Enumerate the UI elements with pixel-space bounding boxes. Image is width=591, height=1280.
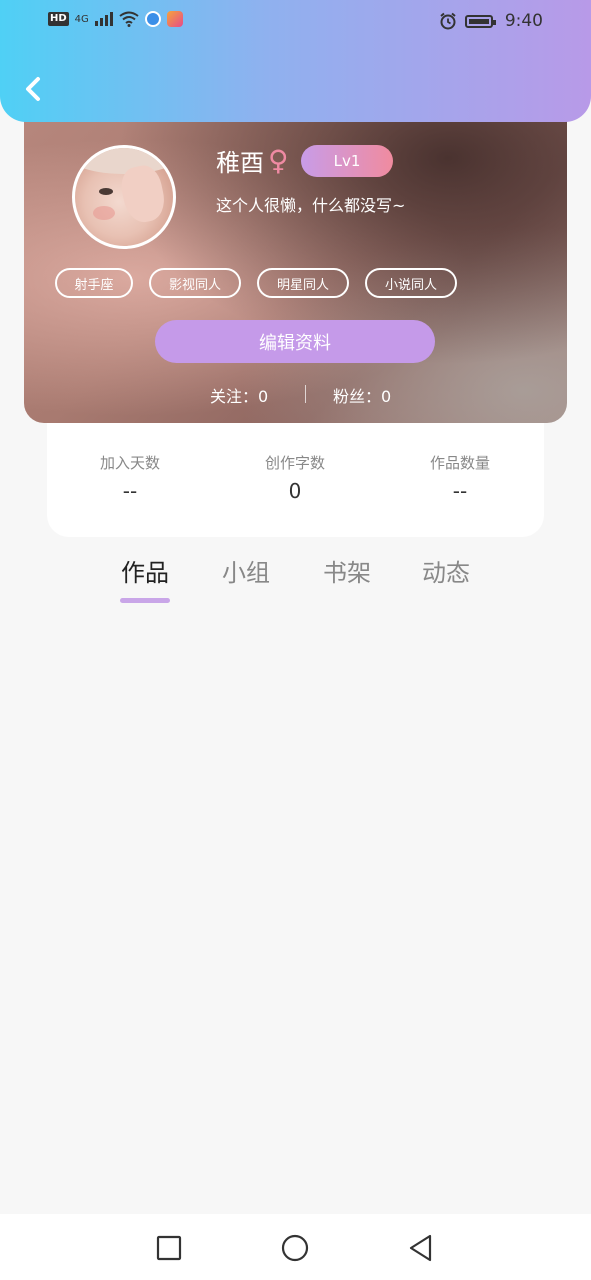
- back-button[interactable]: [18, 72, 48, 106]
- stat-value: --: [452, 479, 468, 503]
- stat-label: 加入天数: [99, 454, 160, 472]
- wifi-icon: [119, 11, 139, 27]
- signal-icon: [94, 12, 113, 26]
- clock-time: 9:40: [504, 11, 543, 31]
- user-name: 稚酉: [216, 149, 264, 177]
- divider: [305, 385, 306, 403]
- store-app-icon: [166, 11, 183, 27]
- fans-count[interactable]: 粉丝：0: [333, 383, 391, 407]
- tag-item[interactable]: 明星同人: [257, 268, 349, 298]
- tag-item[interactable]: 影视同人: [149, 268, 241, 298]
- stat-value: 0: [288, 479, 302, 503]
- back-nav-button[interactable]: [404, 1231, 438, 1265]
- status-right: 9:40: [439, 11, 543, 31]
- battery-icon: [464, 14, 496, 28]
- chevron-left-icon: [26, 77, 40, 101]
- system-nav-bar: [0, 1214, 591, 1280]
- browser-app-icon: [144, 11, 161, 27]
- stat-works-count: 作品数量 --: [380, 452, 540, 503]
- stat-word-count: 创作字数 0: [215, 452, 375, 503]
- follow-stats: 关注：0 粉丝：0: [24, 383, 567, 407]
- avatar[interactable]: [72, 145, 176, 249]
- stat-label: 作品数量: [429, 454, 490, 472]
- tab-bookshelf[interactable]: 书架: [323, 553, 371, 588]
- tag-item[interactable]: 小说同人: [365, 268, 457, 298]
- alarm-icon: [440, 12, 456, 30]
- tab-groups[interactable]: 小组: [222, 553, 270, 588]
- content-tabs: 作品 小组 书架 动态: [0, 553, 591, 608]
- stat-value: --: [122, 479, 138, 503]
- tag-list: 射手座 影视同人 明星同人 小说同人: [55, 268, 457, 298]
- tag-item[interactable]: 射手座: [55, 268, 133, 298]
- user-name-row: 稚酉 ♀: [216, 143, 289, 178]
- square-icon: [156, 1235, 182, 1261]
- hd-icon: HD: [48, 12, 69, 26]
- tab-works[interactable]: 作品: [121, 553, 169, 588]
- user-bio: 这个人很懒，什么都没写~: [216, 196, 406, 215]
- active-tab-indicator: [120, 598, 170, 603]
- triangle-back-icon: [409, 1234, 432, 1262]
- profile-card: 稚酉 ♀ Lv1 这个人很懒，什么都没写~ 射手座 影视同人 明星同人 小说同人…: [24, 100, 567, 423]
- home-button[interactable]: [278, 1231, 312, 1265]
- recents-button[interactable]: [152, 1231, 186, 1265]
- header: HD 4G 9:40: [0, 0, 591, 122]
- tab-activity[interactable]: 动态: [422, 553, 470, 588]
- network-type: 4G: [74, 13, 89, 25]
- status-left: HD 4G: [48, 11, 183, 27]
- following-count[interactable]: 关注：0: [210, 383, 268, 407]
- edit-profile-button[interactable]: 编辑资料: [155, 320, 435, 363]
- level-badge: Lv1: [301, 145, 393, 177]
- stat-label: 创作字数: [264, 454, 325, 472]
- status-bar: HD 4G 9:40: [0, 0, 591, 44]
- stat-join-days: 加入天数 --: [50, 452, 210, 503]
- circle-icon: [281, 1234, 309, 1262]
- female-icon: ♀: [268, 143, 289, 177]
